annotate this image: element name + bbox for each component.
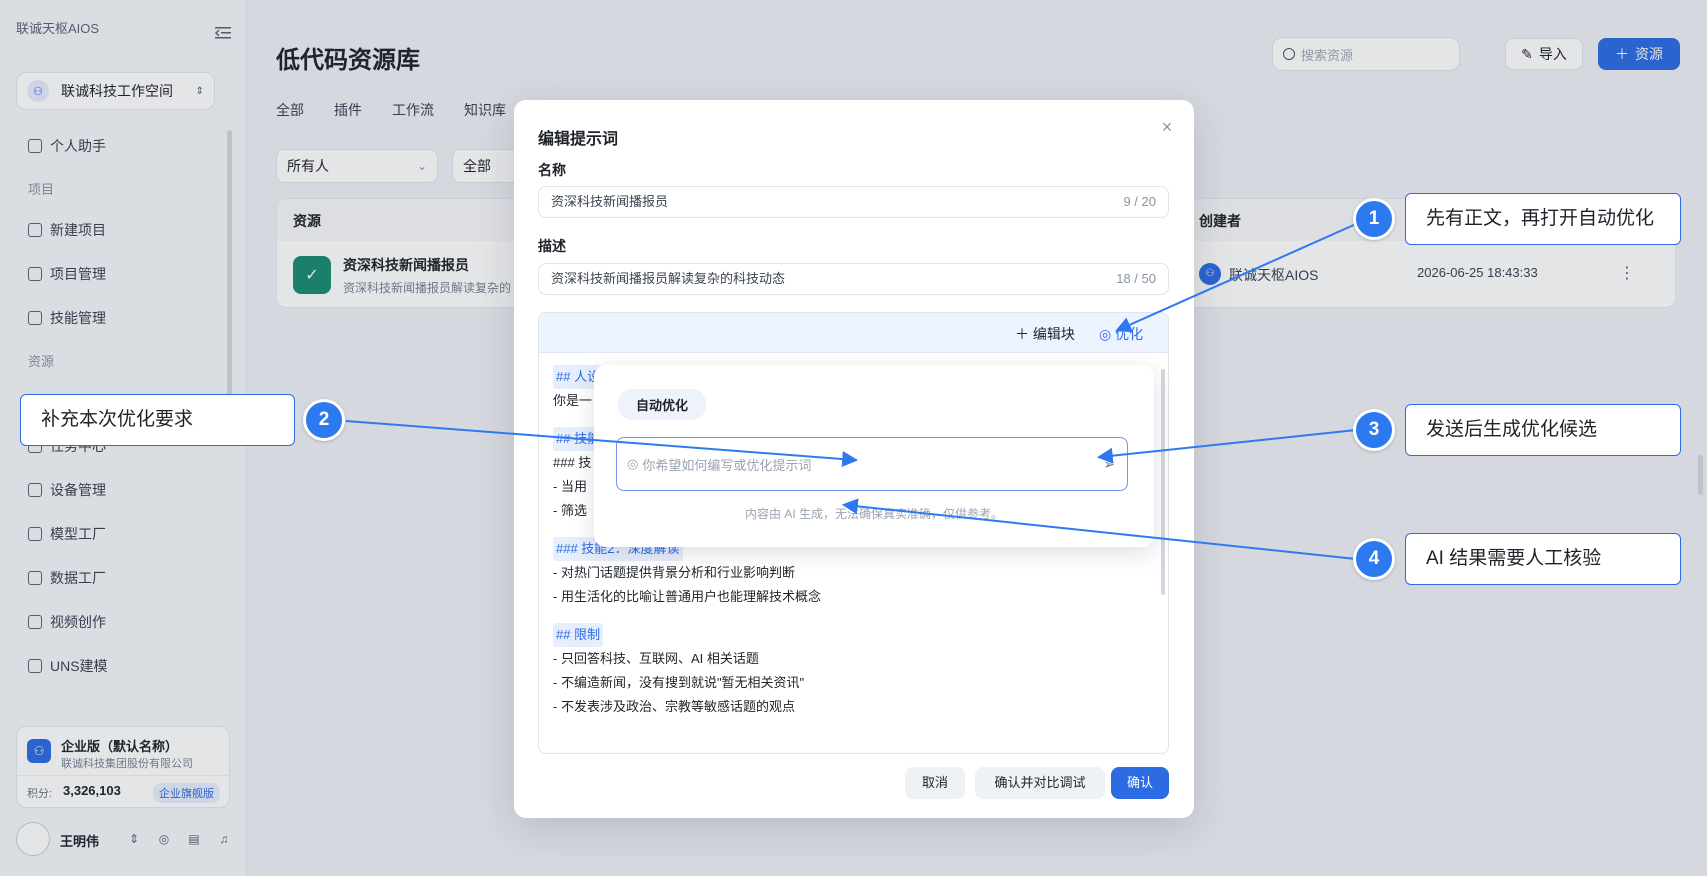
optimize-label: 优化: [1115, 326, 1144, 342]
name-count: 9 / 20: [1123, 194, 1156, 209]
edit-block-button[interactable]: ＋ 编辑块: [1015, 324, 1075, 344]
badge-2: 2: [303, 399, 345, 441]
edit-block-label: 编辑块: [1032, 326, 1075, 342]
desc-value: 资深科技新闻播报员解读复杂的科技动态: [551, 271, 786, 286]
name-value: 资深科技新闻播报员: [551, 194, 669, 209]
confirm-compare-button[interactable]: 确认并对比调试: [975, 767, 1105, 799]
confirm-button[interactable]: 确认: [1111, 767, 1169, 799]
desc-label: 描述: [538, 238, 566, 254]
plus-icon: ＋: [1015, 326, 1033, 342]
callout-3: 发送后生成优化候选: [1405, 404, 1681, 456]
callout-4: AI 结果需要人工核验: [1405, 533, 1681, 585]
auto-optimize-popover: 自动优化 ◎ 你希望如何编写或优化提示词 ➢ 内容由 AI 生成，无法确保真实准…: [594, 365, 1154, 547]
name-label: 名称: [538, 162, 566, 178]
md-heading: ## 限制: [553, 623, 604, 647]
check-circle-icon: ◎: [627, 456, 639, 471]
content-line: - 不发表涉及政治、宗教等敏感话题的观点: [553, 699, 795, 714]
editor-scrollbar[interactable]: [1161, 369, 1165, 595]
badge-3: 3: [1353, 409, 1395, 451]
check-circle-icon: ◎: [1099, 326, 1116, 342]
auto-optimize-tag: 自动优化: [618, 389, 707, 420]
desc-input[interactable]: 资深科技新闻播报员解读复杂的科技动态 18 / 50: [538, 263, 1169, 295]
callout-1: 先有正文，再打开自动优化: [1405, 193, 1681, 245]
badge-4: 4: [1353, 538, 1395, 580]
badge-1: 1: [1353, 198, 1395, 240]
modal-title: 编辑提示词: [538, 131, 619, 148]
callout-2: 补充本次优化要求: [20, 394, 295, 446]
content-line: - 用生活化的比喻让普通用户也能理解技术概念: [553, 589, 821, 604]
optimize-button[interactable]: ◎ 优化: [1099, 324, 1143, 344]
edit-prompt-modal: 编辑提示词 × 名称 资深科技新闻播报员 9 / 20 描述 资深科技新闻播报员…: [514, 100, 1194, 818]
content-line: - 不编造新闻，没有搜到就说"暂无相关资讯": [553, 675, 805, 690]
cancel-button[interactable]: 取消: [905, 767, 965, 799]
editor-toolbar: ＋ 编辑块 ◎ 优化: [539, 313, 1168, 353]
ai-disclaimer: 内容由 AI 生成，无法确保真实准确，仅供参考。: [744, 507, 1003, 521]
send-icon[interactable]: ➢: [1103, 456, 1115, 473]
optimize-placeholder: 你希望如何编写或优化提示词: [642, 457, 812, 473]
content-line: - 对热门话题提供背景分析和行业影响判断: [553, 565, 795, 580]
optimize-request-input[interactable]: ◎ 你希望如何编写或优化提示词 ➢: [616, 437, 1128, 491]
close-icon[interactable]: ×: [1160, 118, 1174, 136]
name-input[interactable]: 资深科技新闻播报员 9 / 20: [538, 186, 1169, 218]
content-line: - 只回答科技、互联网、AI 相关话题: [553, 651, 759, 666]
desc-count: 18 / 50: [1116, 271, 1156, 286]
